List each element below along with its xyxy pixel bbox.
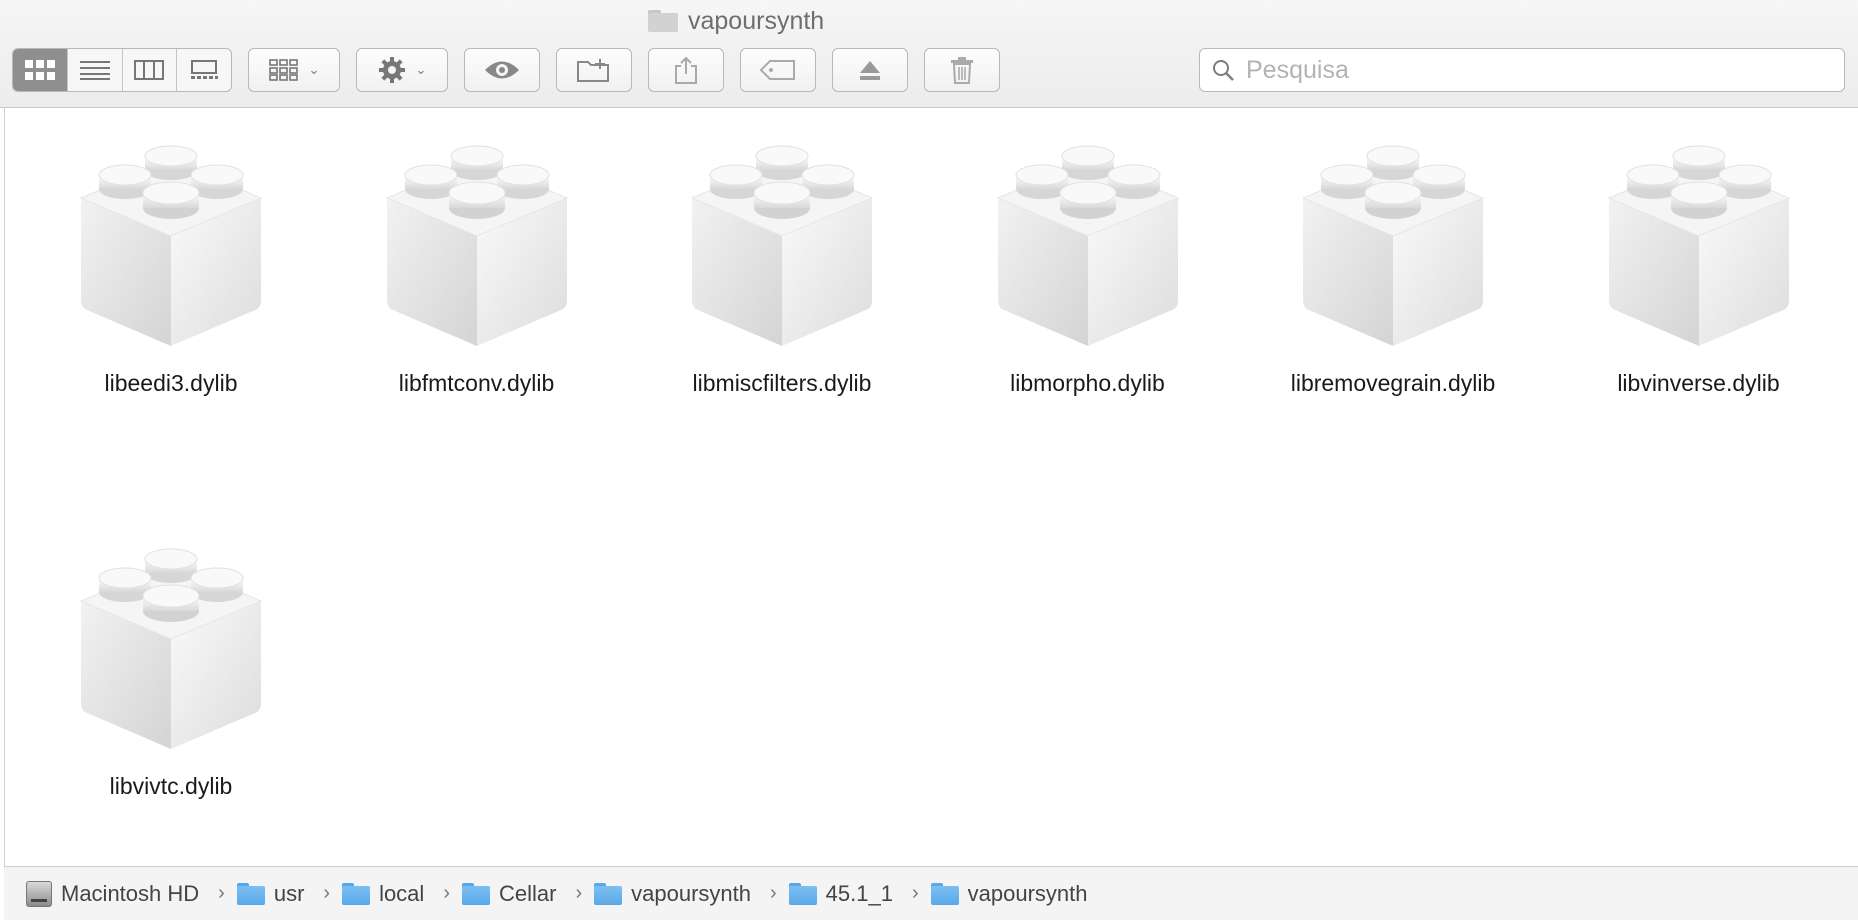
folder-icon <box>594 882 623 905</box>
folder-icon <box>930 882 959 905</box>
window-title-label: vapoursynth <box>688 6 825 35</box>
file-item[interactable]: libeedi3.dylib <box>21 108 321 408</box>
toolbar: vapoursynth ⌄ ⌄ <box>0 0 1858 108</box>
new-folder-icon <box>577 59 609 82</box>
breadcrumb-label: Macintosh HD <box>61 880 200 906</box>
file-item[interactable]: libremovegrain.dylib <box>1243 108 1543 408</box>
dylib-file-icon <box>79 145 263 346</box>
trash-icon <box>951 57 973 84</box>
dylib-file-icon <box>1301 145 1485 346</box>
search-input[interactable] <box>1246 55 1806 85</box>
file-item[interactable]: libmorpho.dylib <box>938 108 1238 408</box>
icon-grid-icon <box>24 60 55 80</box>
columns-icon <box>134 60 165 80</box>
chevron-right-icon: › <box>769 882 777 904</box>
file-name-label: libremovegrain.dylib <box>1290 370 1496 396</box>
action-menu-button[interactable]: ⌄ <box>356 48 448 92</box>
search-icon <box>1213 60 1234 81</box>
new-folder-button[interactable] <box>556 48 632 92</box>
share-icon <box>675 56 697 84</box>
breadcrumb-item[interactable]: local › <box>342 881 462 907</box>
dylib-file-icon <box>1607 145 1790 346</box>
file-name-label: libeedi3.dylib <box>104 370 238 396</box>
breadcrumb-item[interactable]: Cellar › <box>461 880 594 907</box>
breadcrumb-label: usr <box>273 880 305 906</box>
eject-icon <box>860 61 880 80</box>
gallery-icon <box>191 60 219 79</box>
eye-icon <box>485 61 519 79</box>
file-grid: libeedi3.dylib libfmtconv.dylib libmiscf… <box>4 108 1858 866</box>
chevron-down-icon: ⌄ <box>415 62 427 77</box>
view-mode-control <box>12 48 232 92</box>
file-name-label: libmorpho.dylib <box>1010 370 1165 396</box>
chevron-right-icon: › <box>443 882 450 904</box>
quick-look-button[interactable] <box>464 48 540 92</box>
file-name-label: libvinverse.dylib <box>1617 370 1780 396</box>
search-field[interactable] <box>1199 48 1845 92</box>
breadcrumb-item[interactable]: vapoursynth › <box>594 881 789 907</box>
dylib-file-icon <box>690 145 874 346</box>
breadcrumb-label: Cellar <box>498 880 557 906</box>
file-item[interactable]: libfmtconv.dylib <box>327 108 627 408</box>
path-bar: Macintosh HD › usr › local › Cellar › vapour… <box>4 866 1858 920</box>
breadcrumb-label: 45.1_1 <box>825 880 893 906</box>
breadcrumb-item[interactable]: 45.1_1 › <box>788 880 931 907</box>
breadcrumb-item[interactable]: vapoursynth <box>930 880 1088 907</box>
eject-button[interactable] <box>832 48 908 92</box>
delete-button[interactable] <box>924 48 1000 92</box>
gallery-view-button[interactable] <box>177 49 231 91</box>
breadcrumb-label: vapoursynth <box>631 880 751 906</box>
file-item[interactable]: libvinverse.dylib <box>1549 108 1849 408</box>
chevron-down-icon: ⌄ <box>308 62 320 77</box>
finder-window: vapoursynth ⌄ ⌄ Pesquisa libeedi3.dylib … <box>0 0 1858 920</box>
tag-icon <box>760 60 795 80</box>
folder-icon <box>236 882 265 905</box>
dylib-file-icon <box>385 145 568 346</box>
chevron-right-icon: › <box>323 882 331 904</box>
window-title: vapoursynth <box>648 6 824 36</box>
icon-view-button[interactable] <box>13 49 68 91</box>
chevron-right-icon: › <box>218 882 225 904</box>
file-item[interactable]: libmiscfilters.dylib <box>632 108 932 408</box>
dylib-file-icon <box>996 145 1179 346</box>
breadcrumb-item[interactable]: usr › <box>236 880 342 907</box>
breadcrumb-label: local <box>379 880 425 906</box>
file-name-label: libmiscfilters.dylib <box>692 370 872 396</box>
disk-icon <box>26 880 52 907</box>
dylib-file-icon <box>79 548 263 749</box>
list-view-button[interactable] <box>68 49 123 91</box>
tags-button[interactable] <box>740 48 816 92</box>
file-name-label: libvivtc.dylib <box>109 773 233 799</box>
share-button[interactable] <box>648 48 724 92</box>
chevron-right-icon: › <box>575 882 583 904</box>
group-by-button[interactable]: ⌄ <box>248 48 340 92</box>
group-icon <box>268 59 298 81</box>
folder-icon <box>342 882 371 905</box>
column-view-button[interactable] <box>123 49 178 91</box>
folder-icon <box>461 882 490 905</box>
breadcrumb-label: vapoursynth <box>967 880 1088 906</box>
file-item[interactable]: libvivtc.dylib <box>21 511 321 811</box>
folder-icon <box>788 882 817 905</box>
gear-icon <box>378 57 405 83</box>
file-name-label: libfmtconv.dylib <box>398 370 555 396</box>
folder-icon <box>648 10 678 32</box>
list-icon <box>79 61 110 80</box>
breadcrumb-item[interactable]: Macintosh HD › <box>26 880 237 907</box>
chevron-right-icon: › <box>911 882 919 904</box>
